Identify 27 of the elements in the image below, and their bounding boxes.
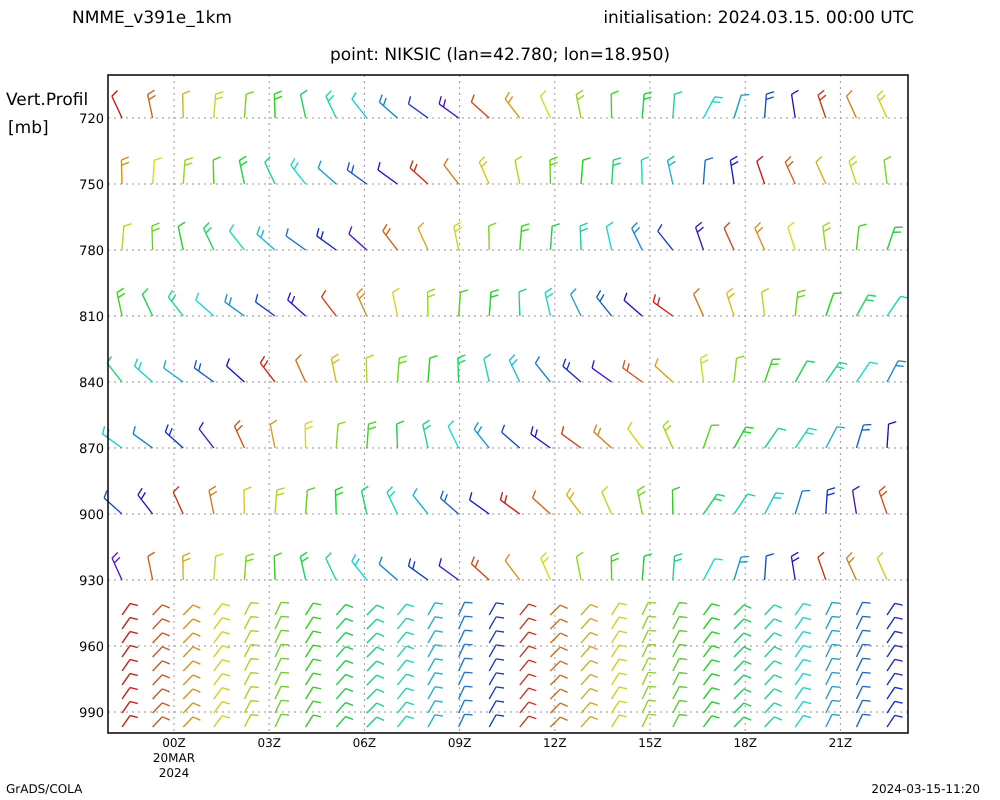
y-tick-label: 780: [79, 244, 104, 259]
x-tick-label: 00Z: [162, 736, 186, 750]
y-tick-label: 750: [79, 178, 104, 193]
y-tick-label: 990: [79, 706, 104, 721]
initialisation-time: initialisation: 2024.03.15. 00:00 UTC: [603, 8, 914, 30]
model-name: NMME_v391e_1km: [72, 8, 232, 30]
y-tick-label: 900: [79, 508, 104, 523]
x-tick-label: 21Z: [828, 736, 852, 750]
chart-title: point: NIKSIC (lan=42.780; lon=18.950): [330, 45, 670, 65]
x-tick-label: 03Z: [257, 736, 281, 750]
y-tick-label: 960: [79, 640, 104, 655]
y-tick-label: 840: [79, 376, 104, 391]
x-tick-label: 09Z: [448, 736, 472, 750]
software-credit: GrADS/COLA: [6, 782, 82, 796]
x-date-label: 20MAR: [152, 751, 196, 765]
x-tick-label: 12Z: [543, 736, 567, 750]
x-year-label: 2024: [158, 766, 190, 780]
y-tick-label: 870: [79, 442, 104, 457]
y-tick-label: 810: [79, 310, 104, 325]
y-axis-label: Vert.Profil: [6, 90, 88, 110]
x-tick-label: 18Z: [733, 736, 757, 750]
y-tick-label: 930: [79, 574, 104, 589]
y-axis-unit: [mb]: [8, 118, 49, 138]
y-tick-label: 720: [79, 112, 104, 127]
timestamp: 2024-03-15-11:20: [871, 782, 980, 796]
x-tick-label: 15Z: [638, 736, 662, 750]
x-tick-label: 06Z: [352, 736, 376, 750]
